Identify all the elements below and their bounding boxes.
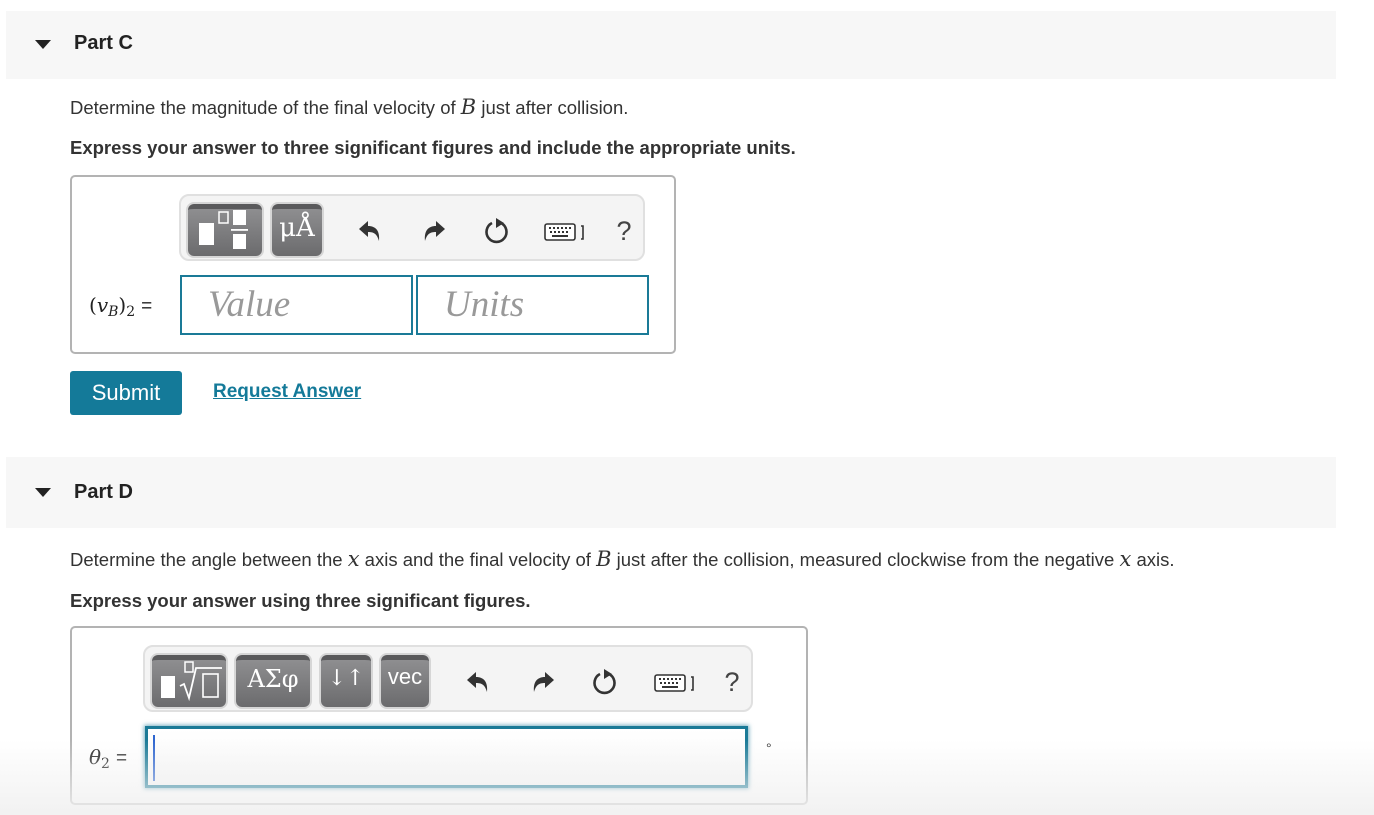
greek-symbols-button[interactable]: ΑΣφ — [236, 655, 310, 707]
part-c-header[interactable]: Part C — [6, 11, 1336, 79]
help-button[interactable]: ? — [609, 216, 639, 246]
submit-button[interactable]: Submit — [70, 371, 182, 415]
reset-icon[interactable] — [590, 667, 620, 697]
part-d-prompt: Determine the angle between the x axis a… — [70, 547, 1175, 571]
vec-button[interactable]: vec — [381, 655, 429, 707]
part-c-instruction: Express your answer to three significant… — [70, 137, 796, 158]
templates-button[interactable] — [188, 204, 262, 256]
undo-icon[interactable] — [463, 667, 493, 697]
collapse-caret-icon[interactable] — [35, 488, 51, 497]
request-answer-link[interactable]: Request Answer — [213, 381, 361, 403]
undo-icon[interactable] — [355, 216, 385, 246]
part-c-prompt: Determine the magnitude of the final vel… — [70, 95, 629, 119]
part-d-title: Part D — [74, 481, 133, 503]
part-c-answer-box: μÅ ? (vB)2 = Value Units — [70, 175, 676, 354]
reset-icon[interactable] — [482, 216, 512, 246]
angle-input[interactable] — [145, 726, 748, 788]
part-c-title: Part C — [74, 32, 133, 54]
part-d-answer-box: ΑΣφ ↓↑ vec ? θ2 = — [70, 626, 808, 805]
templates-button[interactable] — [152, 655, 226, 707]
root-template-icon — [161, 661, 222, 702]
part-c-answer-label: (vB)2 = — [89, 293, 153, 320]
part-d-answer-label: θ2 = — [89, 745, 128, 772]
value-input[interactable]: Value — [180, 275, 413, 335]
units-button[interactable]: μÅ — [272, 204, 322, 256]
keyboard-icon[interactable] — [542, 216, 592, 246]
part-d-instruction: Express your answer using three signific… — [70, 590, 531, 611]
text-cursor — [153, 735, 155, 781]
redo-icon[interactable] — [528, 667, 558, 697]
units-input[interactable]: Units — [416, 275, 649, 335]
collapse-caret-icon[interactable] — [35, 40, 51, 49]
fraction-template-icon — [199, 210, 248, 249]
part-d-math-toolbar: ΑΣφ ↓↑ vec ? — [143, 645, 753, 712]
redo-icon[interactable] — [419, 216, 449, 246]
degree-unit-label: ° — [766, 740, 772, 756]
help-button[interactable]: ? — [717, 667, 747, 697]
keyboard-icon[interactable] — [652, 667, 702, 697]
part-d-header[interactable]: Part D — [6, 457, 1336, 528]
arrows-button[interactable]: ↓↑ — [321, 655, 371, 707]
part-c-math-toolbar: μÅ ? — [179, 194, 645, 261]
